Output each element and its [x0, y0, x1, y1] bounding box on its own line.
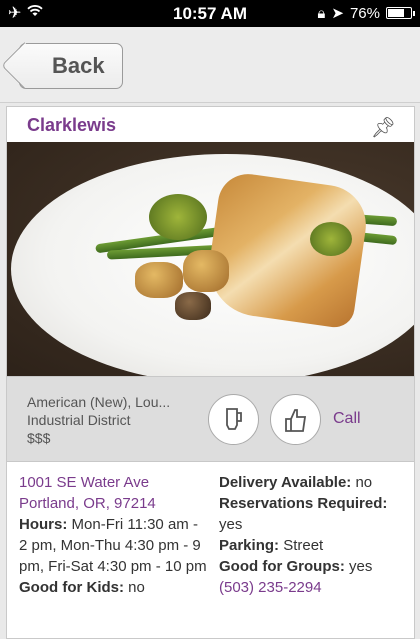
like-button[interactable]	[270, 394, 321, 445]
delivery-row: Delivery Available: no	[219, 472, 414, 493]
bookmark-hand-icon	[225, 407, 242, 430]
thumbs-up-icon	[284, 408, 306, 432]
delivery-value: no	[355, 474, 373, 491]
info-band: American (New), Lou... Industrial Distri…	[7, 376, 414, 462]
groups-value: yes	[349, 558, 373, 575]
restaurant-summary: American (New), Lou... Industrial Distri…	[27, 393, 199, 447]
rotation-lock-icon: 🔒︎	[317, 4, 326, 22]
phone-link[interactable]: (503) 235-2294	[219, 577, 414, 598]
kids-row: Good for Kids: no	[19, 577, 209, 598]
groups-label: Good for Groups:	[219, 558, 345, 575]
call-link[interactable]: Call	[333, 410, 361, 428]
details-left-column: 1001 SE Water Ave Portland, OR, 97214 Ho…	[19, 472, 209, 598]
reservations-label: Reservations Required:	[219, 495, 388, 512]
category-text: American (New), Lou...	[27, 394, 171, 410]
status-right: 🔒︎ ➤ 76%	[317, 4, 415, 22]
status-bar: ✈ 10:57 AM 🔒︎ ➤ 76%	[0, 0, 420, 27]
back-button[interactable]: Back	[19, 43, 123, 89]
bookmark-button[interactable]	[208, 394, 259, 445]
kids-label: Good for Kids:	[19, 579, 124, 596]
restaurant-photo	[7, 142, 414, 376]
hours-label: Hours:	[19, 516, 68, 533]
details-right-column: Delivery Available: no Reservations Requ…	[219, 472, 414, 598]
restaurant-card: Clarklewis 📌︎ American (New), Lou... Ind…	[6, 106, 415, 639]
parking-value: Street	[283, 537, 324, 554]
navigation-bar: Back	[0, 27, 420, 103]
kids-value: no	[128, 579, 145, 596]
location-arrow-icon: ➤	[331, 5, 344, 22]
battery-icon	[386, 7, 415, 19]
price-text: $$$	[27, 430, 51, 446]
delivery-label: Delivery Available:	[219, 474, 352, 491]
hours-row: Hours: Mon-Fri 11:30 am - 2 pm, Mon-Thu …	[19, 514, 209, 577]
reservations-value: yes	[219, 516, 243, 533]
battery-percent: 76%	[349, 4, 380, 22]
pin-icon[interactable]: 📌︎	[371, 115, 396, 140]
parking-label: Parking:	[219, 537, 280, 554]
restaurant-details: 1001 SE Water Ave Portland, OR, 97214 Ho…	[7, 462, 414, 638]
reservations-row: Reservations Required: yes	[219, 493, 414, 535]
back-button-label: Back	[52, 53, 105, 78]
address-line2[interactable]: Portland, OR, 97214	[19, 493, 209, 514]
groups-row: Good for Groups: yes	[219, 556, 414, 577]
restaurant-name[interactable]: Clarklewis	[27, 115, 116, 136]
parking-row: Parking: Street	[219, 535, 414, 556]
neighborhood-text: Industrial District	[27, 412, 131, 428]
address-line1[interactable]: 1001 SE Water Ave	[19, 472, 209, 493]
